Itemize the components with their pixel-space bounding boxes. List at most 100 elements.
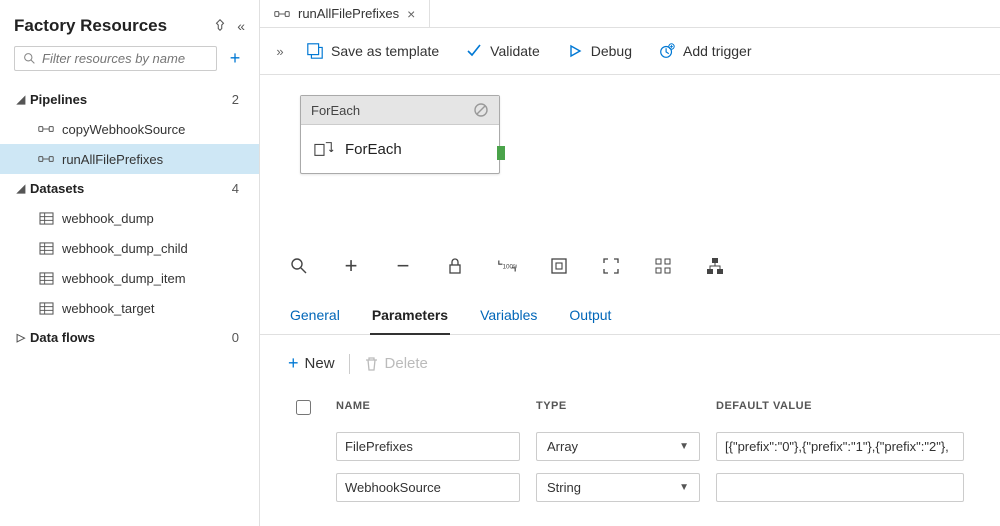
tree-item-dataset[interactable]: webhook_target — [0, 293, 259, 323]
col-header-type: TYPE — [528, 400, 708, 418]
detail-tabs: General Parameters Variables Output — [260, 291, 1000, 335]
search-icon — [23, 52, 36, 65]
param-name-input[interactable] — [336, 432, 520, 461]
tree-item-dataset[interactable]: webhook_dump — [0, 203, 259, 233]
table-header: NAME TYPE DEFAULT VALUE — [288, 392, 972, 426]
sidebar-title: Factory Resources — [14, 16, 167, 36]
fit-screen-icon[interactable] — [548, 255, 570, 277]
tree-item-label: runAllFilePrefixes — [62, 152, 163, 167]
zoom-in-icon[interactable]: + — [340, 255, 362, 277]
col-header-name: NAME — [328, 400, 528, 418]
zoom-out-icon[interactable]: − — [392, 255, 414, 277]
caret-down-icon: ◢ — [14, 93, 28, 106]
param-type-select[interactable]: Array ▼ — [536, 432, 700, 461]
filter-input-wrap[interactable] — [14, 46, 217, 71]
button-label: Validate — [490, 43, 540, 59]
param-type-select[interactable]: String ▼ — [536, 473, 700, 502]
pipeline-icon — [38, 151, 54, 167]
node-header: ForEach — [301, 96, 499, 125]
plus-icon: + — [288, 353, 299, 374]
section-count: 0 — [232, 330, 239, 345]
add-resource-button[interactable]: + — [225, 49, 245, 69]
param-name-input[interactable] — [336, 473, 520, 502]
select-all-checkbox[interactable] — [296, 400, 311, 415]
tree-item-dataset[interactable]: webhook_dump_item — [0, 263, 259, 293]
table-row: Array ▼ — [288, 426, 972, 467]
button-label: New — [305, 355, 335, 372]
pipeline-canvas[interactable]: ForEach ForEach — [260, 75, 1000, 245]
add-trigger-button[interactable]: Add trigger — [646, 36, 763, 66]
editor-tab-bar: runAllFilePrefixes × — [260, 0, 1000, 28]
chevron-down-icon: ▼ — [679, 441, 689, 452]
save-template-icon — [306, 42, 324, 60]
tree-item-pipeline[interactable]: runAllFilePrefixes — [0, 144, 259, 174]
zoom-search-icon[interactable] — [288, 255, 310, 277]
caret-down-icon: ◢ — [14, 182, 28, 195]
tree-section-datasets[interactable]: ◢ Datasets 4 — [0, 174, 259, 203]
pin-icon[interactable] — [213, 18, 227, 34]
tree-section-dataflows[interactable]: ▷ Data flows 0 — [0, 323, 259, 352]
fullscreen-icon[interactable] — [600, 255, 622, 277]
node-output-port[interactable] — [497, 146, 505, 160]
dataset-icon — [38, 240, 54, 256]
zoom-reset-icon[interactable]: 100% — [496, 255, 518, 277]
trigger-icon — [658, 42, 676, 60]
tab-output[interactable]: Output — [567, 299, 613, 334]
select-value: Array — [547, 439, 578, 454]
dataset-icon — [38, 300, 54, 316]
select-value: String — [547, 480, 581, 495]
trash-icon — [364, 356, 379, 372]
foreach-activity-node[interactable]: ForEach ForEach — [300, 95, 500, 174]
tab-variables[interactable]: Variables — [478, 299, 539, 334]
sidebar: Factory Resources « + ◢ Pipelines — [0, 0, 260, 526]
tab-parameters[interactable]: Parameters — [370, 299, 450, 335]
tree-item-dataset[interactable]: webhook_dump_child — [0, 233, 259, 263]
node-body: ForEach — [301, 125, 499, 173]
node-title: ForEach — [345, 141, 402, 158]
checkmark-icon — [465, 42, 483, 60]
button-label: Save as template — [331, 43, 439, 59]
param-default-input[interactable] — [716, 432, 964, 461]
section-label: Datasets — [30, 181, 232, 196]
dataset-icon — [38, 210, 54, 226]
node-type-label: ForEach — [311, 103, 360, 118]
col-header-default: DEFAULT VALUE — [708, 400, 972, 418]
chevron-down-icon: ▼ — [679, 482, 689, 493]
pipeline-icon — [274, 8, 290, 20]
expand-properties-icon[interactable]: » — [268, 44, 292, 59]
editor-tab-label: runAllFilePrefixes — [298, 6, 399, 21]
collapse-sidebar-icon[interactable]: « — [237, 18, 245, 34]
tree-section-pipelines[interactable]: ◢ Pipelines 2 — [0, 85, 259, 114]
tree-item-label: webhook_dump_child — [62, 241, 188, 256]
sidebar-header: Factory Resources « — [0, 8, 259, 46]
tree-item-label: copyWebhookSource — [62, 122, 185, 137]
tab-general[interactable]: General — [288, 299, 342, 334]
validate-button[interactable]: Validate — [453, 36, 552, 66]
no-entry-icon — [473, 102, 489, 118]
tree-item-label: webhook_dump — [62, 211, 154, 226]
delete-parameter-button[interactable]: Delete — [364, 355, 428, 372]
param-default-input[interactable] — [716, 473, 964, 502]
dataset-icon — [38, 270, 54, 286]
section-count: 2 — [232, 92, 239, 107]
main-area: runAllFilePrefixes × » Save as template … — [260, 0, 1000, 526]
new-parameter-button[interactable]: + New — [288, 353, 335, 374]
caret-right-icon: ▷ — [14, 331, 28, 344]
divider — [349, 354, 350, 374]
auto-align-icon[interactable] — [652, 255, 674, 277]
save-template-button[interactable]: Save as template — [294, 36, 451, 66]
editor-tab[interactable]: runAllFilePrefixes × — [260, 0, 430, 27]
tree-item-pipeline[interactable]: copyWebhookSource — [0, 114, 259, 144]
debug-button[interactable]: Debug — [554, 36, 644, 66]
section-label: Pipelines — [30, 92, 232, 107]
pipeline-icon — [38, 121, 54, 137]
filter-input[interactable] — [42, 51, 208, 66]
svg-text:100%: 100% — [502, 264, 517, 271]
table-row: String ▼ — [288, 467, 972, 508]
hierarchy-icon[interactable] — [704, 255, 726, 277]
button-label: Delete — [385, 355, 428, 372]
close-icon[interactable]: × — [407, 6, 415, 22]
tree-item-label: webhook_dump_item — [62, 271, 186, 286]
lock-icon[interactable] — [444, 255, 466, 277]
parameters-table: NAME TYPE DEFAULT VALUE Array ▼ — [288, 392, 972, 508]
